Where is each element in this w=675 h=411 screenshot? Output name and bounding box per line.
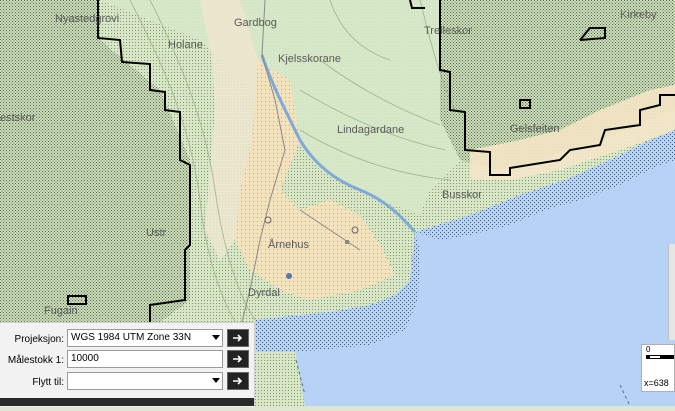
map-edge-strip — [668, 244, 675, 340]
place-label-trelleskor: Trelleskor — [424, 25, 472, 37]
projection-label: Projeksjon: — [14, 333, 64, 345]
scale-row: Målestokk 1: — [0, 350, 66, 370]
move-label: Flytt til: — [32, 376, 64, 388]
move-row: Flytt til: — [0, 372, 66, 392]
chevron-down-icon — [212, 335, 220, 340]
chevron-down-icon — [212, 378, 220, 383]
place-label-dyrdal: Dyrdal — [248, 287, 280, 299]
projection-row: Projeksjon: — [0, 329, 66, 349]
place-label-arnehus: Årnehus — [268, 238, 309, 251]
place-label-holane: Holane — [168, 39, 203, 51]
arrow-right-icon — [233, 334, 243, 342]
projection-value: WGS 1984 UTM Zone 33N — [71, 332, 192, 343]
place-label-bestskor: estskor — [0, 112, 36, 124]
projection-go-button[interactable] — [227, 329, 249, 347]
place-label-busskor: Busskor — [442, 189, 482, 201]
place-label-fugain: Fugain — [44, 305, 78, 317]
map-control-panel: Projeksjon: WGS 1984 UTM Zone 33N Målest… — [0, 322, 255, 407]
move-go-button[interactable] — [227, 372, 249, 390]
place-label-gelsfeiten: Gelsfeiten — [510, 123, 560, 135]
bottom-strip — [0, 398, 254, 406]
place-label-nyastedgrovi: Nyastedgrovi — [55, 13, 119, 25]
place-label-kjelsskorane: Kjelsskorane — [278, 53, 341, 65]
move-select[interactable] — [67, 372, 223, 390]
scale-bar: 0 x=638 — [641, 344, 675, 392]
projection-select[interactable]: WGS 1984 UTM Zone 33N — [67, 329, 223, 347]
scale-label: Målestokk 1: — [7, 354, 64, 366]
place-label-gardbog: Gardbog — [234, 17, 277, 29]
scale-input[interactable]: 10000 — [67, 350, 223, 368]
scale-bar-zero: 0 — [646, 345, 651, 354]
coordinate-readout: x=638 — [644, 378, 669, 388]
place-label-ulstrede: Ustr — [146, 227, 167, 239]
place-label-lindagardane: Lindagardane — [337, 124, 404, 136]
arrow-right-icon — [233, 355, 243, 363]
arrow-right-icon — [233, 377, 243, 385]
scale-value: 10000 — [71, 353, 99, 364]
scale-go-button[interactable] — [227, 350, 249, 368]
place-label-kirkeby: Kirkeby — [620, 9, 657, 21]
scale-bar-segment — [650, 356, 660, 358]
